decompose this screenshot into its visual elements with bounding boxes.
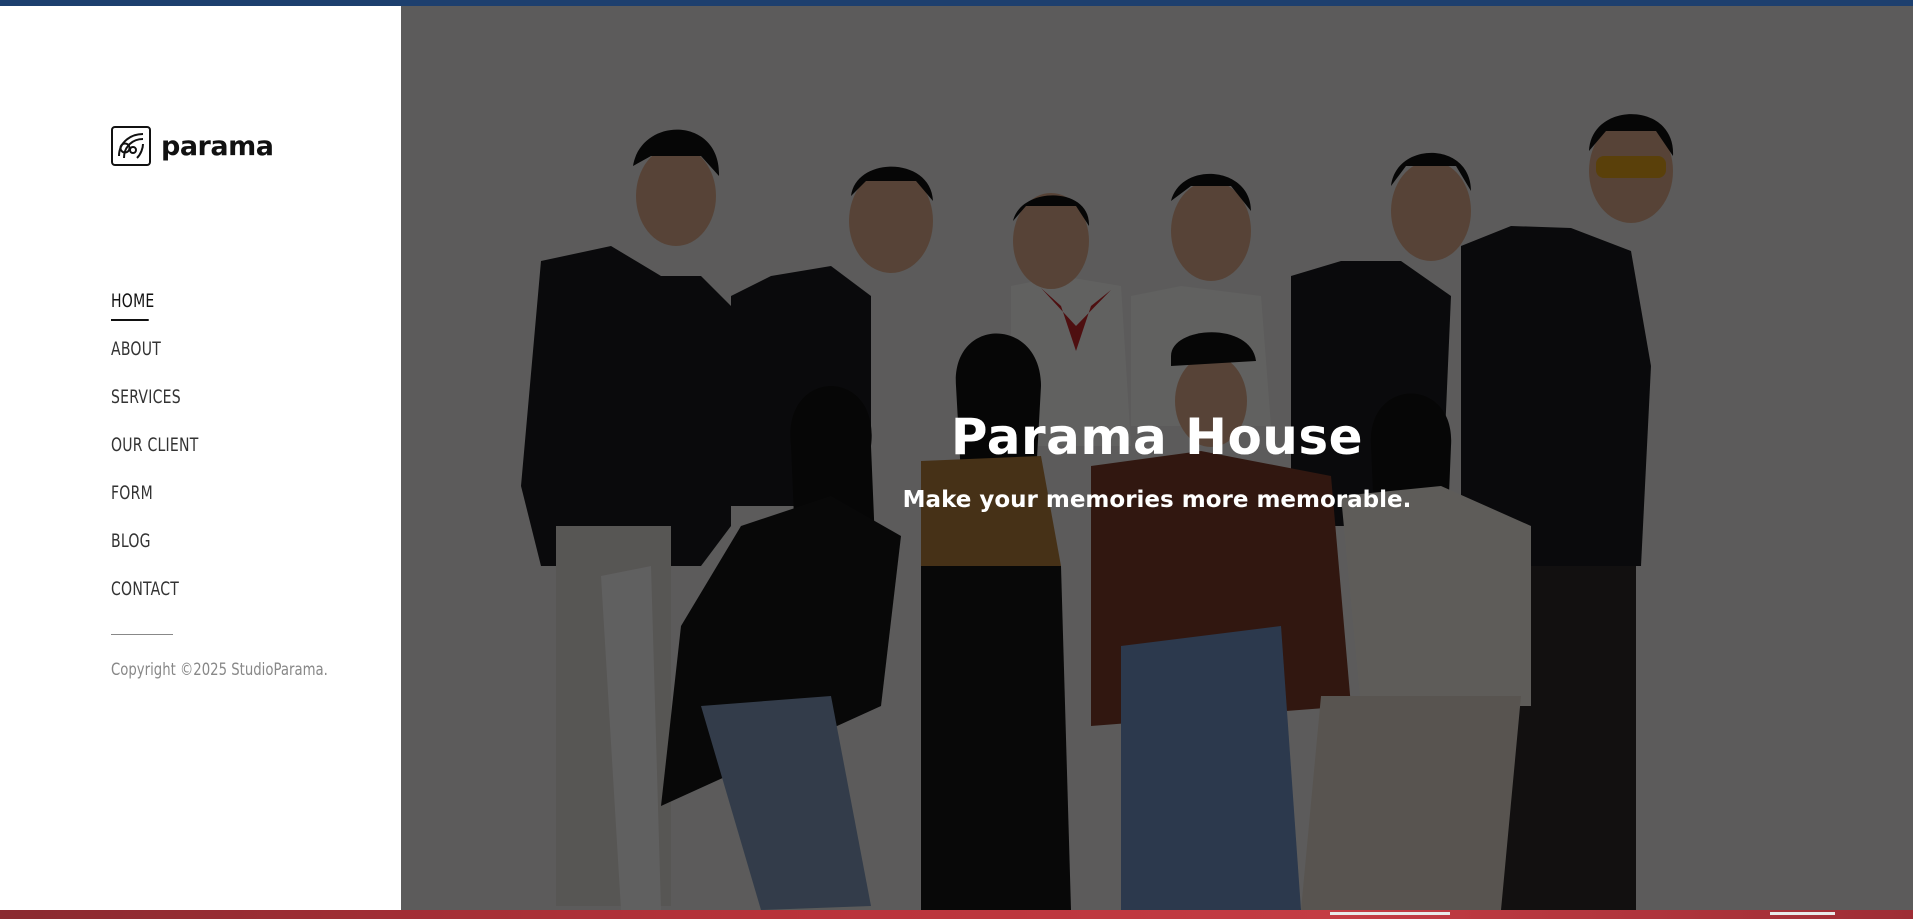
sidebar: parama HOME ABOUT SERVICES OUR CLIENT FO…	[0, 6, 401, 910]
nav-item-about[interactable]: ABOUT	[111, 332, 199, 380]
brand-logo[interactable]: parama	[111, 124, 274, 168]
main-nav: HOME ABOUT SERVICES OUR CLIENT FORM BLOG…	[111, 284, 218, 620]
browser-bottom-strip	[0, 910, 1913, 919]
nav-item-services[interactable]: SERVICES	[111, 380, 199, 428]
nav-divider	[111, 634, 173, 635]
copyright-text: Copyright ©2025 StudioParama.	[111, 660, 328, 680]
hero-section: Parama House Make your memories more mem…	[401, 6, 1913, 910]
nav-item-form[interactable]: FORM	[111, 476, 199, 524]
parama-logo-icon	[111, 126, 151, 166]
nav-item-blog[interactable]: BLOG	[111, 524, 199, 572]
hero-title: Parama House	[950, 408, 1364, 466]
hero-subtitle: Make your memories more memorable.	[902, 487, 1412, 513]
nav-item-our-client[interactable]: OUR CLIENT	[111, 428, 199, 476]
brand-name: parama	[161, 130, 274, 162]
nav-item-home[interactable]: HOME	[111, 284, 199, 332]
nav-item-contact[interactable]: CONTACT	[111, 572, 199, 620]
